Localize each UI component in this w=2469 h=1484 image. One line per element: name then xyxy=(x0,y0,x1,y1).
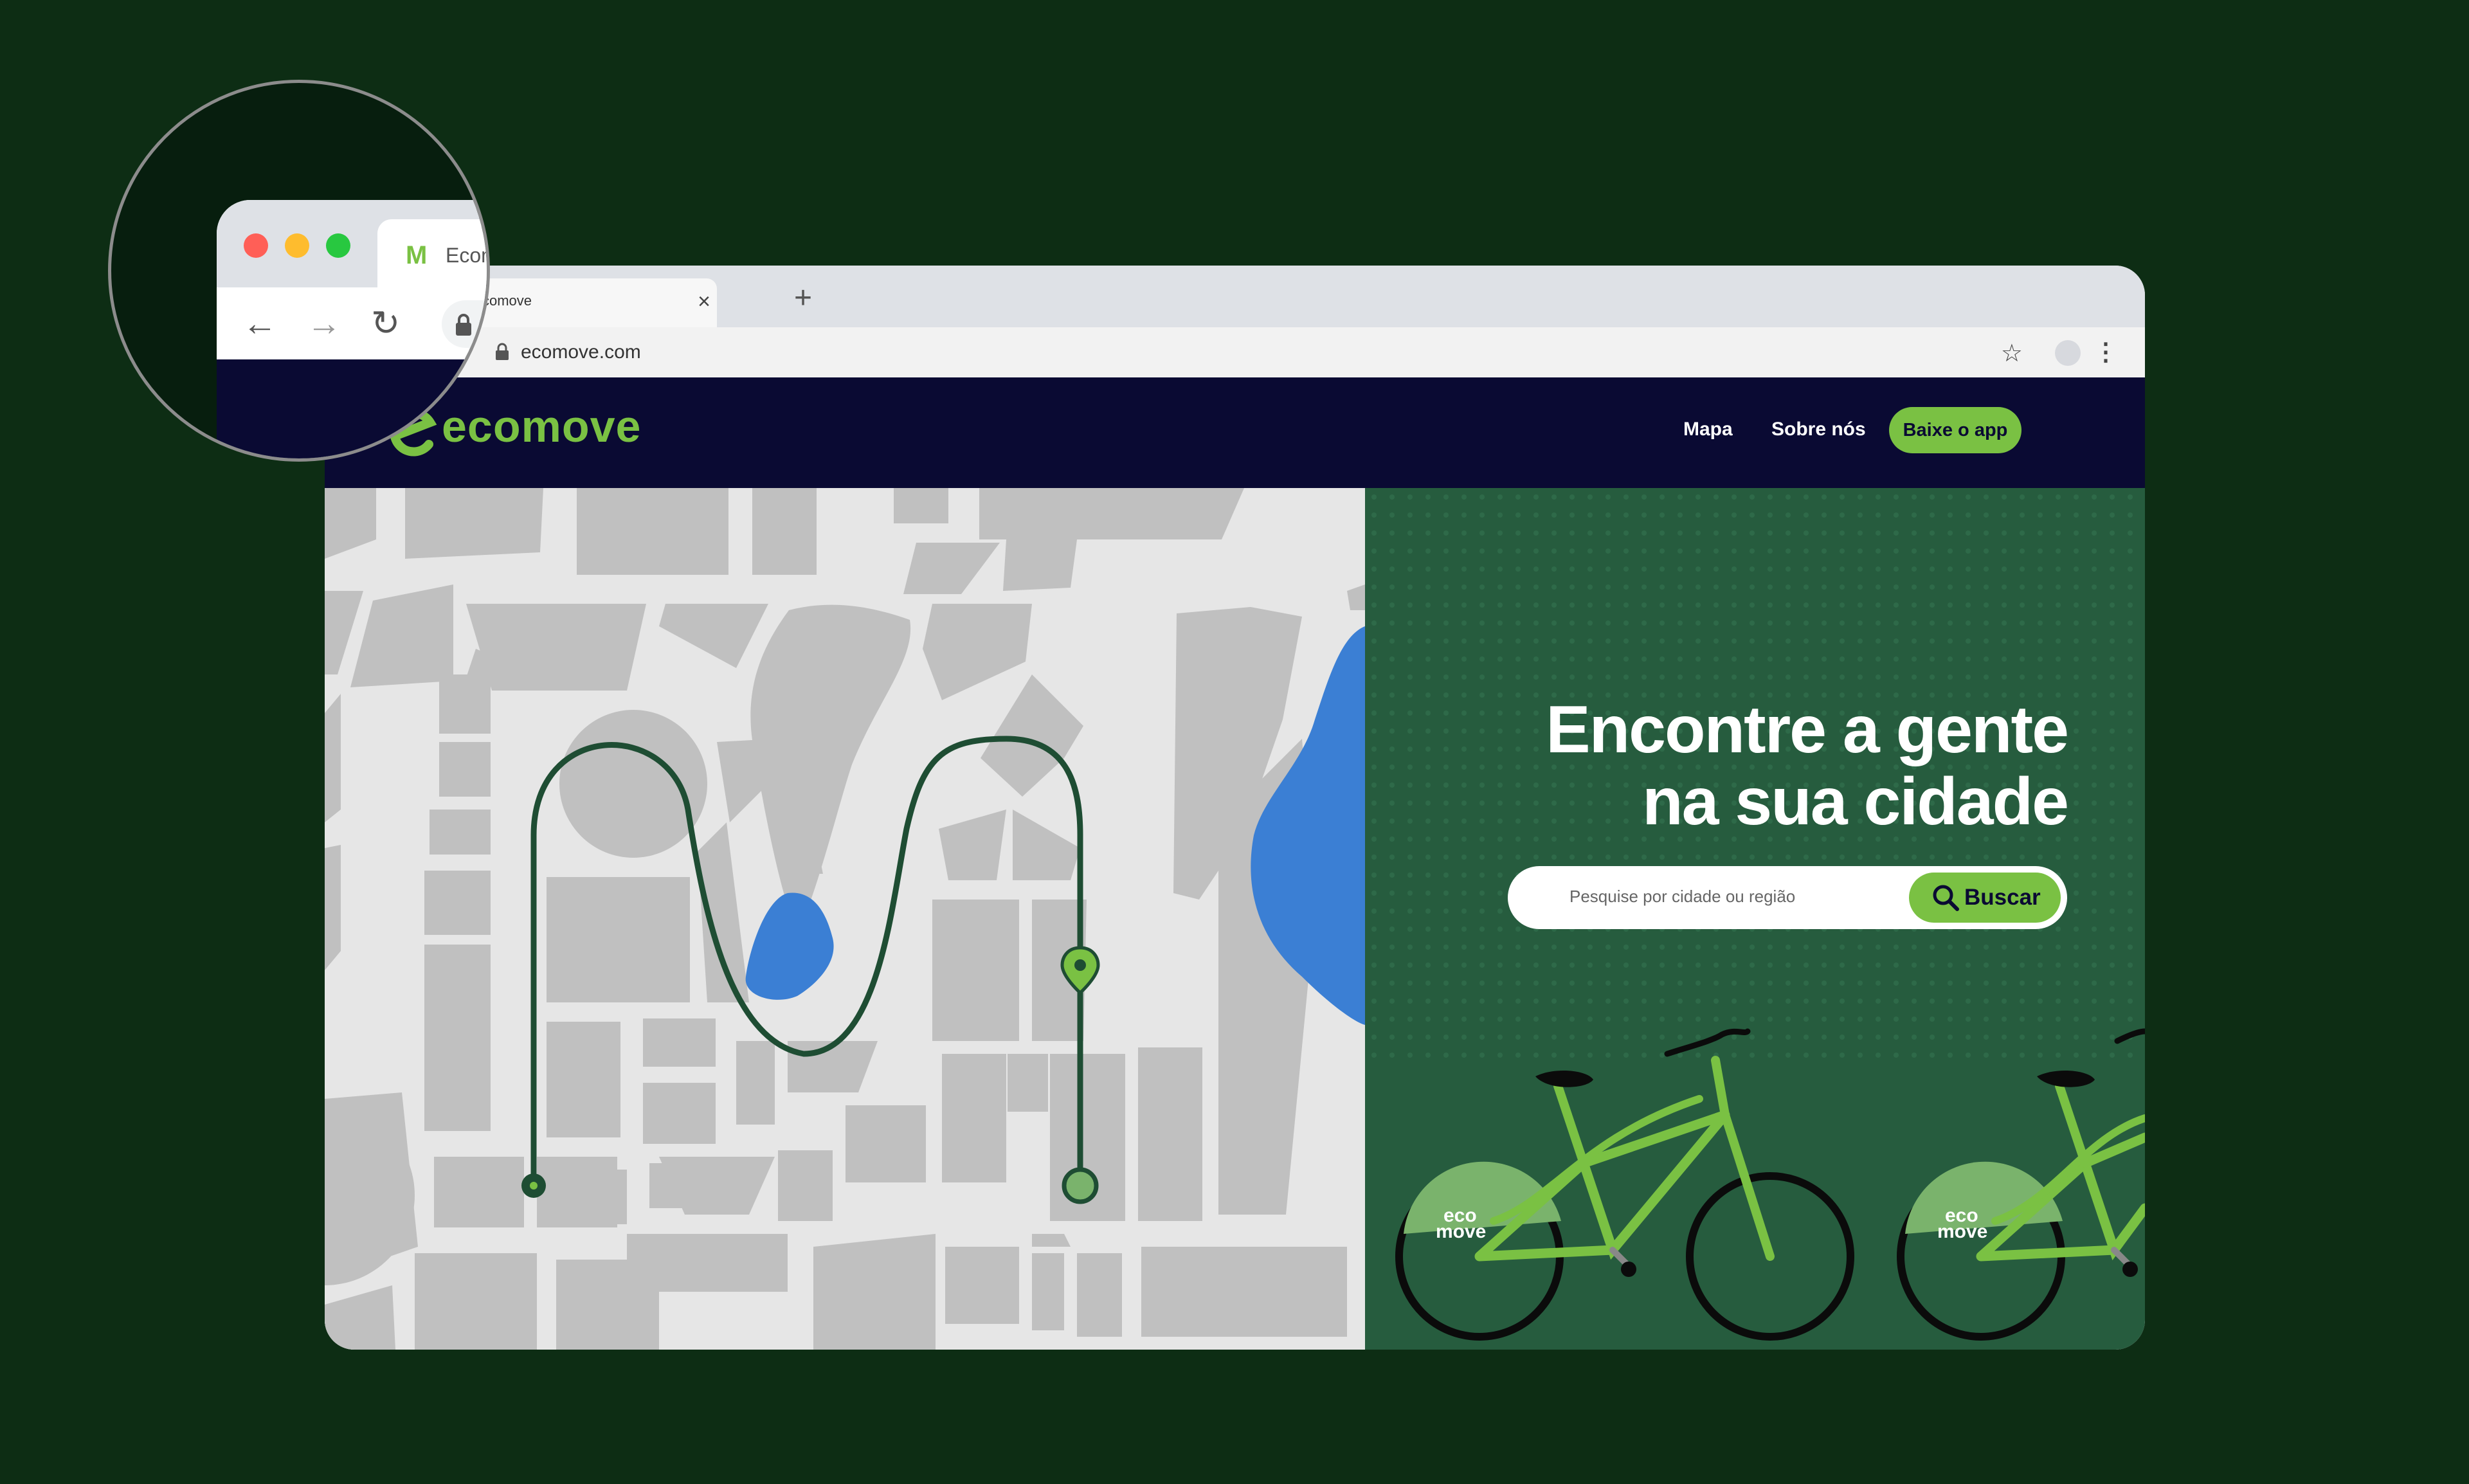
city-map[interactable] xyxy=(325,488,1365,1350)
magnified-site-header xyxy=(217,359,487,458)
tab-close-icon[interactable]: × xyxy=(698,287,710,316)
magnified-tab[interactable]: M Ecom xyxy=(377,219,487,287)
bookmark-star-icon[interactable]: ☆ xyxy=(2001,339,2023,368)
active-tab[interactable]: comove × xyxy=(463,278,717,327)
magnified-omnibox[interactable] xyxy=(442,300,487,348)
route-end-marker xyxy=(1062,1167,1099,1204)
map-illustration xyxy=(325,488,1365,1350)
favicon-icon: M xyxy=(406,241,428,269)
browser-window: comove × + ecomove.com ☆ ⋮ ecomove Mapa … xyxy=(325,266,2145,1350)
forward-icon[interactable]: → xyxy=(307,304,341,343)
bike-1: eco move xyxy=(1395,1028,1854,1341)
address-bar: ecomove.com ☆ ⋮ xyxy=(325,327,2145,377)
new-tab-icon[interactable]: + xyxy=(794,282,812,314)
reload-icon[interactable]: ↻ xyxy=(371,304,400,343)
nav-link-map[interactable]: Mapa xyxy=(1683,419,1733,440)
magnified-toolbar: ← → ↻ xyxy=(217,287,487,359)
nav-link-about[interactable]: Sobre nós xyxy=(1771,419,1866,440)
close-window-button[interactable] xyxy=(244,233,268,258)
lock-icon xyxy=(456,314,471,336)
bikes-illustration: eco move eco move xyxy=(1395,1028,2145,1341)
magnified-tab-title: Ecom xyxy=(446,244,487,267)
hero-section: Encontre a gente na sua cidade Pesquise … xyxy=(1365,488,2145,1350)
lock-icon xyxy=(496,343,509,360)
bike-brand-text: move xyxy=(1937,1221,1987,1242)
browser-menu-icon[interactable]: ⋮ xyxy=(2094,338,2118,366)
url-field[interactable]: ecomove.com xyxy=(521,341,641,363)
maximize-window-button[interactable] xyxy=(326,233,350,258)
bike-brand-text: move xyxy=(1436,1221,1486,1242)
profile-avatar[interactable] xyxy=(2055,340,2081,366)
site-header: ecomove Mapa Sobre nós Baixe o app xyxy=(325,377,2145,488)
bike-2: eco move xyxy=(1897,1028,2145,1341)
magnified-tab-strip: M Ecom xyxy=(217,200,487,287)
back-icon[interactable]: ← xyxy=(242,304,277,343)
tab-strip: comove × + xyxy=(325,266,2145,327)
magnified-browser: M Ecom ← → ↻ xyxy=(217,200,487,458)
tab-title: comove xyxy=(482,293,532,309)
magnifier-lens: M Ecom ← → ↻ xyxy=(108,80,490,462)
download-app-button[interactable]: Baixe o app xyxy=(1889,407,2021,453)
minimize-window-button[interactable] xyxy=(285,233,309,258)
